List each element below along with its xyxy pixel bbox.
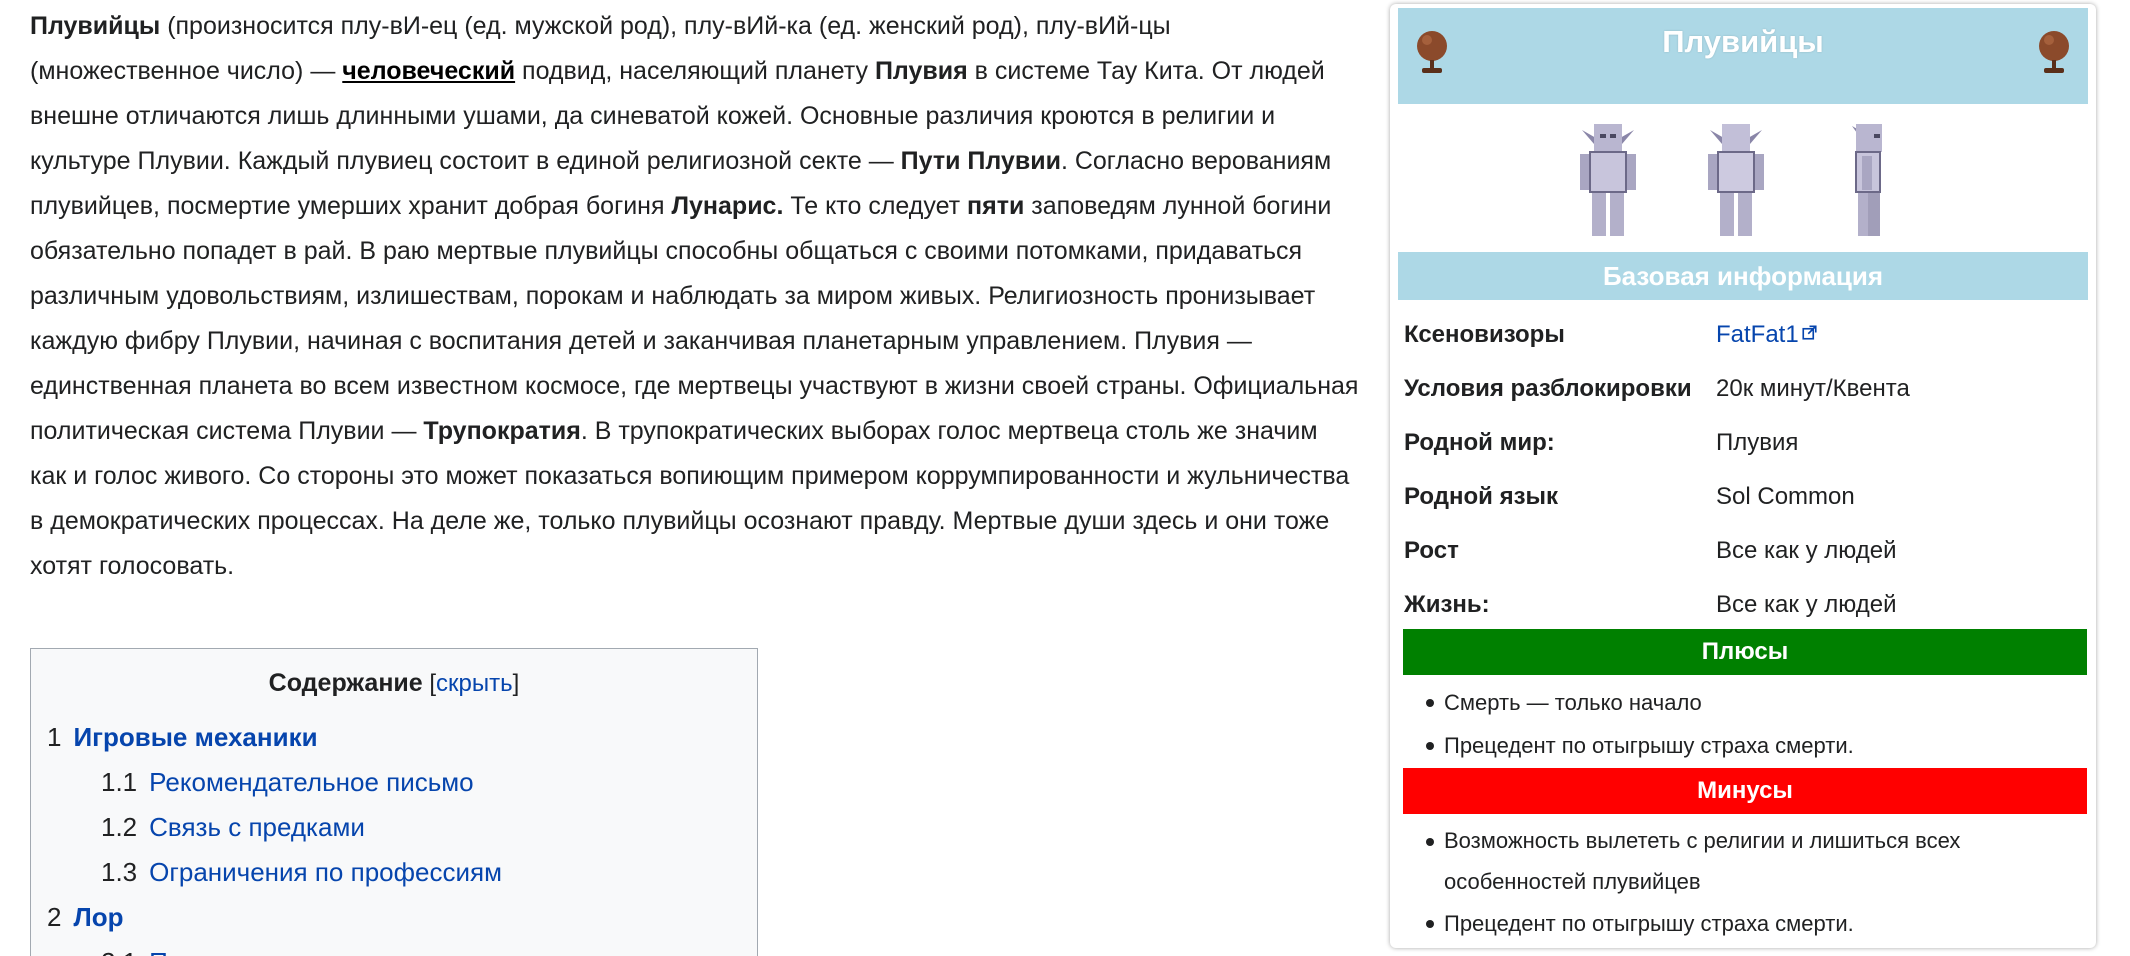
row-key: Рост <box>1404 537 1459 564</box>
toc-item[interactable]: 1.2 Связь с предками <box>31 805 757 850</box>
xenovisor-link[interactable]: FatFat1 <box>1716 321 1799 348</box>
row-value: FatFat1 <box>1716 308 2084 362</box>
article-paragraph: Плувийцы (произносится плу-вИ-ец (ед. му… <box>30 4 1360 589</box>
planet-name: Плувия <box>874 57 968 85</box>
infobox-table: Ксеновизоры FatFat1 Условия разблокировк… <box>1404 308 2084 632</box>
table-row: Ксеновизоры FatFat1 <box>1404 308 2084 362</box>
toc-number: 2.1 <box>101 947 137 956</box>
cons-header: Минусы <box>1403 768 2087 814</box>
external-link-icon[interactable] <box>1802 325 1817 340</box>
list-item: Возможность вылететь с религии и лишитьс… <box>1426 820 2066 902</box>
five-commandments: пяти <box>967 192 1025 220</box>
text-run: заповедям лунной богини обязательно попа… <box>30 192 1359 445</box>
toc-item[interactable]: 2 Лор <box>31 895 757 940</box>
race-sprites <box>1398 114 2088 250</box>
toc-link[interactable]: Связь с предками <box>149 812 365 842</box>
infobox-header: Плувийцы <box>1398 8 2088 104</box>
row-key: Родной язык <box>1404 483 1559 510</box>
toc-link[interactable]: Происхождение <box>149 947 341 956</box>
row-key: Условия разблокировки <box>1404 375 1692 402</box>
cons-list: Возможность вылететь с религии и лишитьс… <box>1426 820 2066 945</box>
toc-bracket-close: ] <box>512 670 520 697</box>
toc-hide-link[interactable]: скрыть <box>436 670 513 697</box>
toc-header: Содержание [скрыть] <box>31 666 757 701</box>
toc-item[interactable]: 1.1 Рекомендательное письмо <box>31 760 757 805</box>
toc-bracket-open: [ <box>422 670 437 697</box>
toc-link[interactable]: Ограничения по профессиям <box>149 857 502 887</box>
row-key: Ксеновизоры <box>1404 321 1565 348</box>
pluvian-sprite-back <box>1708 124 1764 236</box>
table-row: Условия разблокировки 20к минут/Квента <box>1404 362 2084 416</box>
row-value: Все как у людей <box>1716 537 1897 564</box>
row-value: Плувия <box>1716 429 1799 456</box>
infobox-title: Плувийцы <box>1662 24 1824 59</box>
globe-icon <box>1417 31 1447 73</box>
pluvian-sprite-front <box>1580 124 1636 236</box>
toc-title: Содержание <box>268 669 423 697</box>
row-value: Sol Common <box>1716 483 1855 510</box>
toc-number: 1.1 <box>101 767 138 797</box>
toc-number: 1.2 <box>101 812 138 842</box>
row-key: Жизнь: <box>1404 591 1490 618</box>
goddess-name: Лунарис. <box>671 192 784 220</box>
text-run: Те кто следует <box>783 192 968 220</box>
religion-name: Пути Плувии <box>900 147 1061 175</box>
toc-number: 2 <box>47 902 62 932</box>
toc-number: 1 <box>47 722 62 752</box>
list-item: Смерть — только начало <box>1426 681 2066 724</box>
toc-link[interactable]: Лор <box>73 902 123 932</box>
table-row: Жизнь: Все как у людей <box>1404 578 2084 632</box>
toc-number: 1.3 <box>101 857 138 887</box>
pros-list: Смерть — только начало Прецедент по отыг… <box>1426 681 2066 767</box>
toc-item[interactable]: 1.3 Ограничения по профессиям <box>31 850 757 895</box>
text-run: подвид, населяющий планету <box>515 57 875 85</box>
table-of-contents: Содержание [скрыть] 1 Игровые механики 1.… <box>30 648 758 956</box>
toc-link[interactable]: Игровые механики <box>73 722 317 752</box>
table-row: Родной язык Sol Common <box>1404 470 2084 524</box>
row-value: Все как у людей <box>1716 591 1897 618</box>
government-name: Трупократия <box>423 417 581 445</box>
table-row: Рост Все как у людей <box>1404 524 2084 578</box>
toc-item[interactable]: 1 Игровые механики <box>31 715 757 760</box>
pluvian-sprite-side <box>1852 124 1882 236</box>
list-item: Прецедент по отыгрышу страха смерти. <box>1426 902 2066 945</box>
human-link[interactable]: человеческий <box>342 57 515 85</box>
pros-header: Плюсы <box>1403 629 2087 675</box>
toc-link[interactable]: Рекомендательное письмо <box>149 767 473 797</box>
race-infobox: Плувийцы Базовая информация Ксеновизоры … <box>1390 4 2096 948</box>
table-row: Родной мир: Плувия <box>1404 416 2084 470</box>
infobox-section-title: Базовая информация <box>1398 252 2088 300</box>
wiki-page: Плувийцы (произносится плу-вИ-ец (ед. му… <box>0 0 2130 956</box>
toc-item[interactable]: 2.1 Происхождение <box>31 940 757 956</box>
row-value: 20к минут/Квента <box>1716 375 1910 402</box>
race-name: Плувийцы <box>30 12 161 40</box>
toc-toggle: [скрыть] <box>422 670 520 697</box>
list-item: Прецедент по отыгрышу страха смерти. <box>1426 724 2066 767</box>
toc-list: 1 Игровые механики 1.1 Рекомендательное пи… <box>31 715 757 956</box>
globe-icon <box>2039 31 2069 73</box>
row-key: Родной мир: <box>1404 429 1555 456</box>
